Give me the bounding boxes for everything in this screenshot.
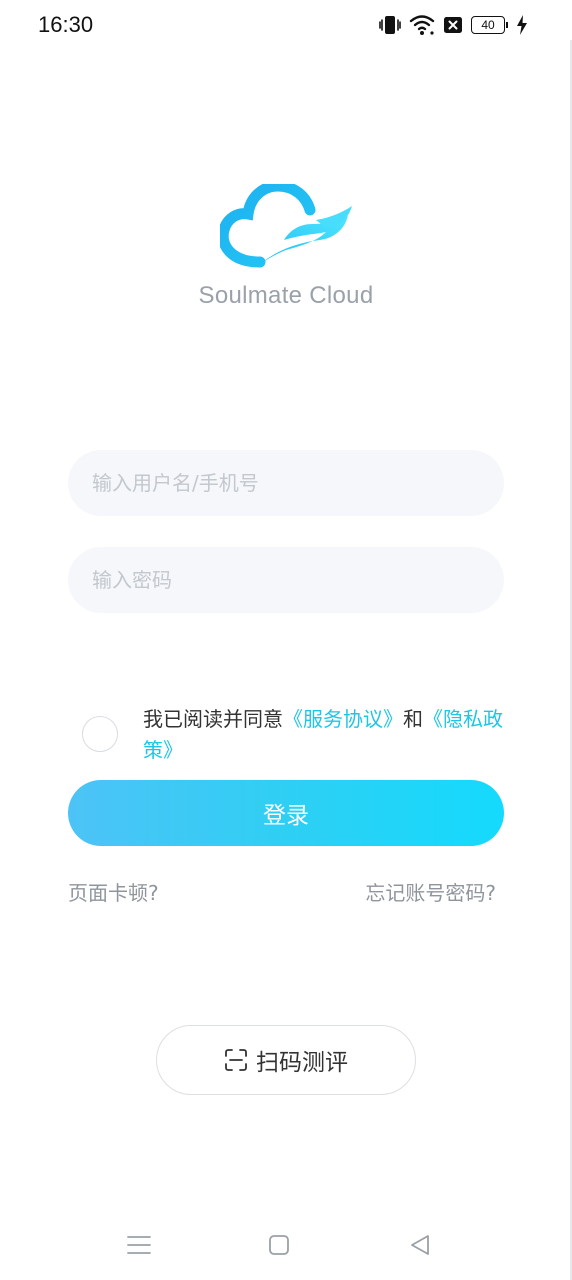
battery-indicator: 40 — [471, 16, 508, 34]
brand-name: Soulmate Cloud — [198, 282, 374, 309]
login-screen: 16:30 40 Soulmate Cloud 输入用户名/手机号 我已阅读并同… — [0, 0, 572, 1280]
username-input[interactable] — [68, 450, 504, 516]
home-square-icon[interactable] — [264, 1230, 294, 1260]
menu-icon[interactable] — [124, 1230, 154, 1260]
wifi-icon — [409, 15, 435, 35]
scan-evaluate-button[interactable]: 扫码测评 — [156, 1025, 416, 1095]
soulmate-cloud-logo-icon — [220, 184, 352, 268]
status-time: 16:30 — [38, 12, 94, 37]
forgot-password-link[interactable]: 忘记账号密码? — [365, 877, 496, 906]
system-nav-bar — [0, 1220, 572, 1270]
scan-evaluate-label: 扫码测评 — [256, 1050, 348, 1076]
service-agreement-link[interactable]: 《服务协议》 — [283, 707, 403, 731]
agreement-checkbox[interactable] — [82, 716, 118, 752]
password-input[interactable] — [68, 547, 504, 613]
scan-icon — [225, 1049, 247, 1071]
agreement-prefix: 我已阅读并同意 — [143, 707, 283, 731]
vibrate-icon — [379, 16, 401, 34]
agreement-conjunction: 和 — [403, 707, 423, 731]
status-icons: 40 — [379, 14, 528, 36]
agreement-text: 我已阅读并同意《服务协议》和《隐私政策》 — [143, 704, 513, 766]
login-button[interactable]: 登录 — [68, 780, 504, 846]
back-triangle-icon[interactable] — [405, 1230, 435, 1260]
battery-level: 40 — [471, 16, 505, 34]
charging-bolt-icon — [517, 15, 527, 35]
sim-off-icon — [444, 17, 462, 33]
page-stuck-link[interactable]: 页面卡顿? — [68, 877, 159, 906]
status-bar: 16:30 40 — [0, 0, 572, 52]
